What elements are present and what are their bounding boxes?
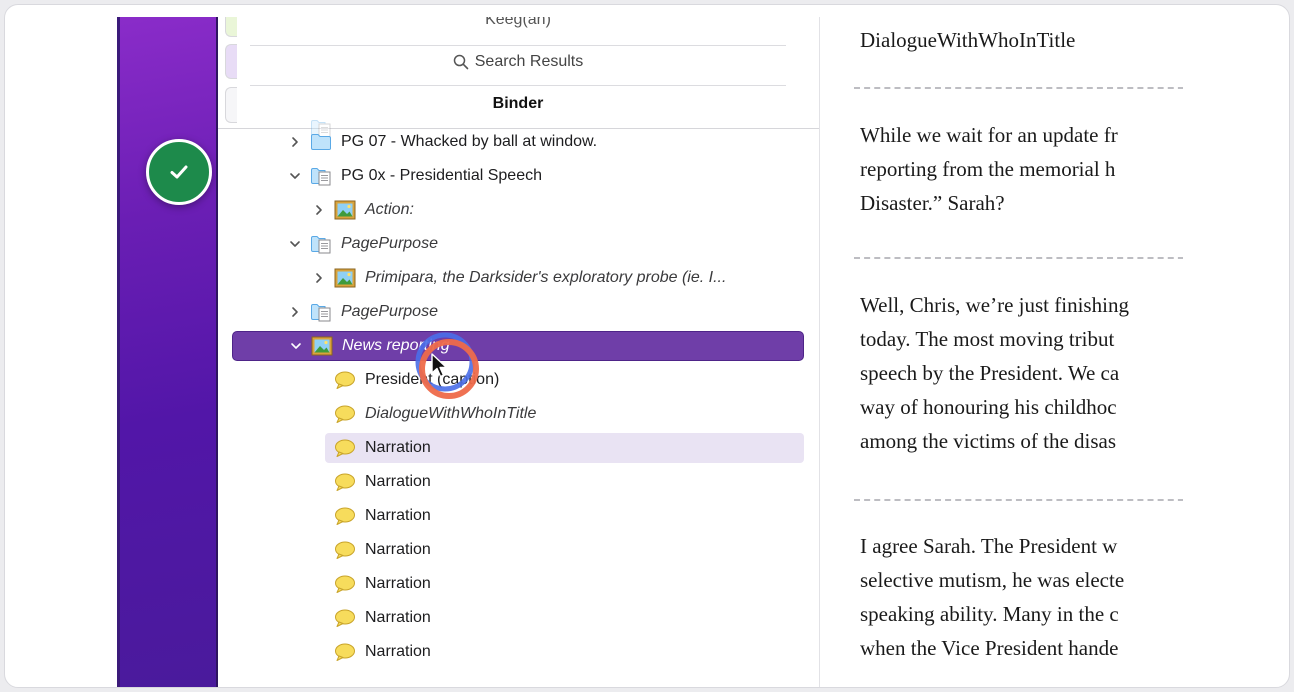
text-line: speaking ability. Many in the c (860, 602, 1119, 626)
binder-item-label: Narration (365, 575, 431, 592)
speech-bubble-icon (334, 370, 356, 390)
chevron-right-icon[interactable] (312, 271, 326, 285)
binder-item-label: Narration (365, 473, 431, 490)
text-line: speech by the President. We ca (860, 361, 1120, 385)
binder-item[interactable]: Narration (218, 501, 804, 531)
text-line: reporting from the memorial h (860, 157, 1116, 181)
speech-bubble-icon (334, 506, 356, 526)
editor-heading: DialogueWithWhoInTitle (860, 28, 1076, 52)
desktop-background (117, 17, 218, 687)
binder-item-label: PagePurpose (341, 235, 438, 252)
text-line: While we wait for an update fr (860, 123, 1118, 147)
search-results-tab[interactable]: Search Results (250, 53, 786, 71)
binder-item-label: PG 07 - Whacked by ball at window. (341, 133, 598, 150)
binder-item[interactable]: PagePurpose (218, 297, 804, 327)
binder-item[interactable]: Action: (218, 195, 804, 225)
folder-icon (310, 132, 332, 152)
speech-bubble-icon (334, 438, 356, 458)
binder-item[interactable]: News reporting (232, 331, 804, 361)
binder-item-label: Narration (365, 541, 431, 558)
section-separator (854, 499, 1183, 501)
text-line: among the victims of the disas (860, 429, 1117, 453)
binder-item[interactable]: Narration (325, 433, 804, 463)
binder-item-label: Narration (365, 507, 431, 524)
chevron-down-icon[interactable] (288, 237, 302, 251)
folder-doc-icon (310, 234, 332, 254)
binder-item[interactable]: Primipara, the Darksider's exploratory p… (218, 263, 804, 293)
folder-doc-icon (310, 302, 332, 322)
chevron-right-icon[interactable] (288, 135, 302, 149)
text-line: selective mutism, he was electe (860, 568, 1125, 592)
editor-pane[interactable]: DialogueWithWhoInTitle While we wait for… (820, 17, 1183, 687)
side-tab-pill[interactable] (225, 44, 237, 79)
side-tab-pill[interactable] (225, 17, 237, 37)
search-results-label: Search Results (474, 53, 584, 70)
text-line: way of honouring his childhoc (860, 395, 1117, 419)
binder-tab[interactable]: Binder (250, 95, 786, 113)
binder-item[interactable]: PG 0x - Presidential Speech (218, 161, 804, 191)
binder-item[interactable]: PagePurpose (218, 229, 804, 259)
speech-bubble-icon (334, 608, 356, 628)
chevron-right-icon[interactable] (288, 305, 302, 319)
binder-item-label: Action: (365, 201, 414, 218)
binder-item-label: PagePurpose (341, 303, 438, 320)
binder-item-label: DialogueWithWhoInTitle (365, 405, 537, 422)
screenshot-frame: Keeg(an) Search Results Binder PG 07 - W… (4, 4, 1290, 688)
app-stage: Keeg(an) Search Results Binder PG 07 - W… (117, 17, 1183, 687)
editor-paragraph: Well, Chris, we’re just finishing today.… (860, 288, 1129, 458)
binder-item[interactable]: PG 07 - Whacked by ball at window. (218, 127, 804, 157)
binder-item-label: PG 0x - Presidential Speech (341, 167, 542, 184)
binder-item[interactable]: Narration (218, 535, 804, 565)
text-line: when the Vice President hande (860, 636, 1119, 660)
binder-item-label: Narration (365, 609, 431, 626)
text-line: today. The most moving tribut (860, 327, 1115, 351)
speech-bubble-icon (334, 472, 356, 492)
section-separator (854, 257, 1183, 259)
binder-item[interactable]: Narration (218, 637, 804, 667)
folder-doc-icon (310, 166, 332, 186)
editor-paragraph: While we wait for an update fr reporting… (860, 118, 1118, 220)
speech-bubble-icon (334, 574, 356, 594)
collection-tab-keegan[interactable]: Keeg(an) (250, 17, 786, 29)
search-icon (453, 54, 469, 70)
image-icon (311, 336, 333, 356)
binder-item[interactable]: DialogueWithWhoInTitle (218, 399, 804, 429)
divider (250, 45, 786, 46)
image-icon (334, 268, 356, 288)
chevron-right-icon[interactable] (312, 203, 326, 217)
binder-item[interactable]: Narration (218, 467, 804, 497)
divider (250, 85, 786, 86)
section-separator (854, 87, 1183, 89)
text-line: Well, Chris, we’re just finishing (860, 293, 1129, 317)
binder-item[interactable]: Narration (218, 603, 804, 633)
image-icon (334, 200, 356, 220)
speech-bubble-icon (334, 404, 356, 424)
binder-item[interactable]: Narration (218, 569, 804, 599)
binder-item-label: Primipara, the Darksider's exploratory p… (365, 269, 727, 286)
chevron-down-icon[interactable] (288, 169, 302, 183)
speech-bubble-icon (334, 642, 356, 662)
binder-item-label: Narration (365, 439, 431, 456)
text-line: Disaster.” Sarah? (860, 191, 1005, 215)
chevron-down-icon[interactable] (289, 339, 303, 353)
checkmark-badge-icon (146, 139, 212, 205)
binder-pane: Keeg(an) Search Results Binder PG 07 - W… (218, 17, 819, 687)
mouse-pointer-icon (431, 353, 449, 384)
text-line: I agree Sarah. The President w (860, 534, 1118, 558)
editor-paragraph: I agree Sarah. The President w selective… (860, 529, 1124, 665)
speech-bubble-icon (334, 540, 356, 560)
binder-item-label: Narration (365, 643, 431, 660)
binder-item[interactable]: President (caption) (218, 365, 804, 395)
